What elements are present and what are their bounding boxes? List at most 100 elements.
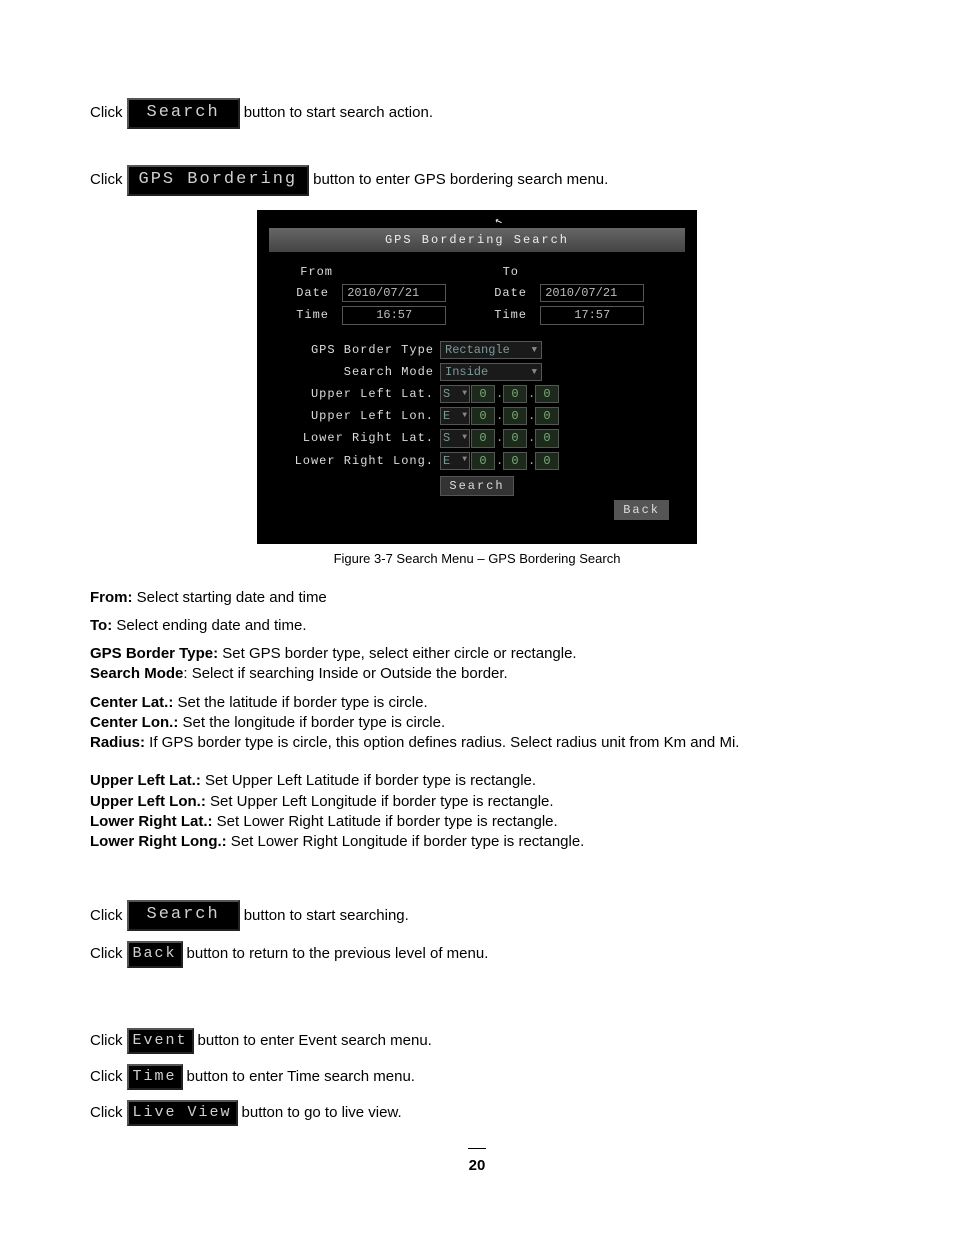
direction-select[interactable]: S▼ xyxy=(440,385,470,403)
dot: . xyxy=(496,386,502,402)
label: Center Lon.: xyxy=(90,714,178,731)
text: button to go to live view. xyxy=(242,1103,402,1123)
deg-input[interactable]: 0 xyxy=(471,429,495,447)
sec-input[interactable]: 0 xyxy=(535,452,559,470)
text: Set the longitude if border type is circ… xyxy=(178,714,445,731)
from-to-header: From To xyxy=(269,262,685,282)
label: To: xyxy=(90,617,112,634)
time-label: Time xyxy=(477,307,533,323)
back-button[interactable]: Back xyxy=(127,941,183,967)
label: Center Lat.: xyxy=(90,694,173,711)
desc-from: From: Select starting date and time xyxy=(90,588,864,608)
deg-input[interactable]: 0 xyxy=(471,385,495,403)
from-time-input[interactable]: 16:57 xyxy=(342,306,446,324)
time-row: Time 16:57 Time 17:57 xyxy=(269,304,685,326)
upper-left-lat-row: Upper Left Lat. S▼ 0 . 0 . 0 xyxy=(269,383,685,405)
desc-search-mode: Search Mode: Select if searching Inside … xyxy=(90,664,864,684)
border-type-row: GPS Border Type Rectangle ▼ xyxy=(269,339,685,361)
back-button[interactable]: Back xyxy=(614,500,669,520)
desc-border-type: GPS Border Type: Set GPS border type, se… xyxy=(90,644,864,664)
text: Set Upper Left Longitude if border type … xyxy=(206,793,554,810)
instruction-line: Click GPS Bordering button to enter GPS … xyxy=(90,165,864,196)
live-view-button[interactable]: Live View xyxy=(127,1100,238,1126)
direction-select[interactable]: E▼ xyxy=(440,452,470,470)
deg-input[interactable]: 0 xyxy=(471,407,495,425)
page-number: 20 xyxy=(90,1156,864,1176)
min-input[interactable]: 0 xyxy=(503,385,527,403)
desc-lr-lat: Lower Right Lat.: Set Lower Right Latitu… xyxy=(90,812,864,832)
back-row: Back xyxy=(269,496,685,520)
dot: . xyxy=(528,386,534,402)
text: Click xyxy=(90,1031,123,1051)
text: button to enter Event search menu. xyxy=(198,1031,432,1051)
desc-center-lat: Center Lat.: Set the latitude if border … xyxy=(90,693,864,713)
lower-right-lon-row: Lower Right Long. E▼ 0 . 0 . 0 xyxy=(269,450,685,472)
min-input[interactable]: 0 xyxy=(503,452,527,470)
label: Upper Left Lat. xyxy=(279,386,440,402)
desc-radius: Radius: If GPS border type is circle, th… xyxy=(90,733,864,753)
sec-input[interactable]: 0 xyxy=(535,407,559,425)
instruction-line: Click Live View button to go to live vie… xyxy=(90,1100,864,1126)
chevron-down-icon: ▼ xyxy=(532,366,537,378)
desc-to: To: Select ending date and time. xyxy=(90,616,864,636)
dot: . xyxy=(528,453,534,469)
value: S xyxy=(443,430,450,446)
time-button[interactable]: Time xyxy=(127,1064,183,1090)
text: Click xyxy=(90,906,123,926)
value: E xyxy=(443,408,450,424)
upper-left-lon-row: Upper Left Lon. E▼ 0 . 0 . 0 xyxy=(269,405,685,427)
search-button[interactable]: Search xyxy=(440,476,513,496)
desc-center-lon: Center Lon.: Set the longitude if border… xyxy=(90,713,864,733)
text: button to enter Time search menu. xyxy=(187,1067,415,1087)
sec-input[interactable]: 0 xyxy=(535,385,559,403)
text: Click xyxy=(90,170,123,190)
search-row: Search xyxy=(269,476,685,496)
gps-bordering-button[interactable]: GPS Bordering xyxy=(127,165,310,196)
min-input[interactable]: 0 xyxy=(503,407,527,425)
label: Upper Left Lon. xyxy=(279,408,440,424)
search-mode-select[interactable]: Inside ▼ xyxy=(440,363,542,381)
search-mode-row: Search Mode Inside ▼ xyxy=(269,361,685,383)
chevron-down-icon: ▼ xyxy=(532,344,537,356)
dot: . xyxy=(496,408,502,424)
to-date-input[interactable]: 2010/07/21 xyxy=(540,284,644,302)
deg-input[interactable]: 0 xyxy=(471,452,495,470)
to-time-input[interactable]: 17:57 xyxy=(540,306,644,324)
border-type-select[interactable]: Rectangle ▼ xyxy=(440,341,542,359)
chevron-down-icon: ▼ xyxy=(462,389,467,400)
gps-bordering-panel: ↖ GPS Bordering Search From To Date 2010… xyxy=(257,210,697,544)
direction-select[interactable]: S▼ xyxy=(440,429,470,447)
search-mode-value: Inside xyxy=(445,364,488,380)
event-button[interactable]: Event xyxy=(127,1028,194,1054)
time-label: Time xyxy=(279,307,335,323)
text: Set Lower Right Latitude if border type … xyxy=(213,813,558,830)
text: Click xyxy=(90,944,123,964)
text: Click xyxy=(90,1103,123,1123)
value: S xyxy=(443,386,450,402)
desc-lr-lon: Lower Right Long.: Set Lower Right Longi… xyxy=(90,832,864,852)
instruction-line: Click Event button to enter Event search… xyxy=(90,1028,864,1054)
label: Upper Left Lat.: xyxy=(90,772,201,789)
label: Lower Right Long.: xyxy=(90,833,227,850)
panel-title: GPS Bordering Search xyxy=(269,228,685,252)
search-button[interactable]: Search xyxy=(127,900,240,931)
text: Select starting date and time xyxy=(133,589,327,606)
text: button to enter GPS bordering search men… xyxy=(313,170,608,190)
text: If GPS border type is circle, this optio… xyxy=(145,734,739,751)
from-label: From xyxy=(279,264,339,280)
label: Lower Right Lat.: xyxy=(90,813,213,830)
desc-ul-lon: Upper Left Lon.: Set Upper Left Longitud… xyxy=(90,792,864,812)
direction-select[interactable]: E▼ xyxy=(440,407,470,425)
min-input[interactable]: 0 xyxy=(503,429,527,447)
label: Lower Right Long. xyxy=(279,453,440,469)
instruction-line: Click Time button to enter Time search m… xyxy=(90,1064,864,1090)
lower-right-lat-row: Lower Right Lat. S▼ 0 . 0 . 0 xyxy=(269,427,685,449)
from-date-input[interactable]: 2010/07/21 xyxy=(342,284,446,302)
document-page: Click Search button to start search acti… xyxy=(0,0,954,1217)
search-button[interactable]: Search xyxy=(127,98,240,129)
sec-input[interactable]: 0 xyxy=(535,429,559,447)
text: Set the latitude if border type is circl… xyxy=(173,694,427,711)
text: Set GPS border type, select either circl… xyxy=(218,645,577,662)
dot: . xyxy=(496,430,502,446)
chevron-down-icon: ▼ xyxy=(462,455,467,466)
